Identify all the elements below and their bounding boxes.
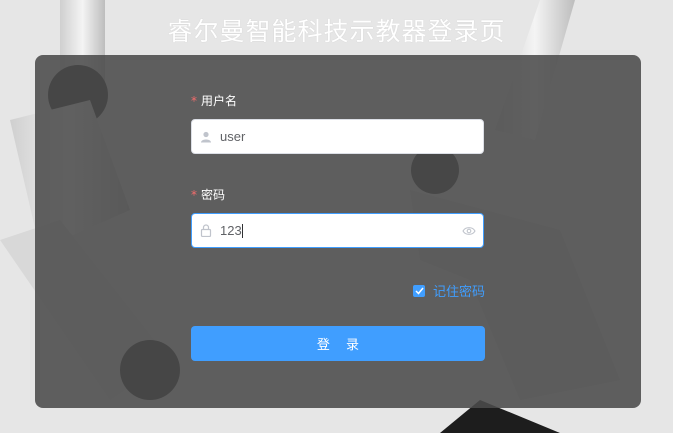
page-title: 睿尔曼智能科技示教器登录页 [167, 17, 506, 46]
lock-icon [192, 224, 220, 237]
login-button[interactable]: 登 录 [191, 326, 485, 361]
text-caret [241, 223, 243, 238]
username-label-text: 用户名 [201, 94, 238, 108]
password-field[interactable]: 123 [191, 213, 484, 248]
eye-icon[interactable] [455, 226, 483, 236]
username-input[interactable] [220, 129, 483, 144]
required-mark: * [191, 188, 197, 202]
user-icon [192, 131, 220, 143]
checkbox-checked-icon[interactable] [413, 284, 425, 297]
remember-password-checkbox[interactable]: 记住密码 [413, 281, 485, 300]
password-input[interactable]: 123 [220, 223, 242, 238]
required-mark: * [191, 94, 197, 108]
password-label-text: 密码 [201, 188, 226, 202]
username-field[interactable] [191, 119, 484, 154]
login-panel: * 用户名 * 密码 123 记住密码 登 录 [35, 55, 641, 408]
username-label: * 用户名 [191, 92, 237, 109]
remember-password-label: 记住密码 [433, 285, 486, 300]
password-label: * 密码 [191, 186, 225, 203]
